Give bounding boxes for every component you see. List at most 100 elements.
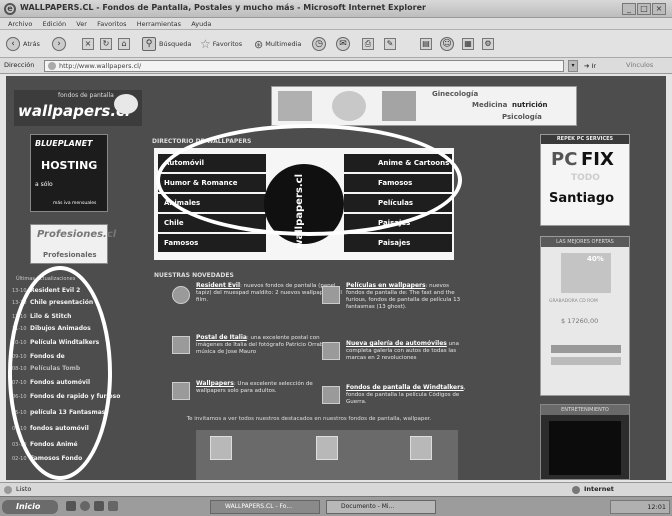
toolbar: ‹ Atrás › × ↻ ⌂ ⚲ Búsqueda ☆ Favoritos ⊛… bbox=[0, 30, 672, 58]
pcfix-ad[interactable]: REPEK PC SERVICES PC FIX TODO Santiago bbox=[540, 134, 630, 226]
mail-icon: ✉ bbox=[336, 37, 350, 51]
quicklaunch-outlook-icon[interactable] bbox=[94, 501, 104, 511]
minimize-button[interactable]: _ bbox=[622, 3, 636, 15]
menu-archivo[interactable]: Archivo bbox=[8, 18, 32, 30]
offers-ad[interactable]: LAS MEJORES OFERTAS 40% GRABADORA CD ROM… bbox=[540, 236, 630, 396]
category-famosos-left[interactable]: Famosos bbox=[158, 234, 266, 252]
stop-button[interactable]: × bbox=[82, 36, 94, 52]
refresh-button[interactable]: ↻ bbox=[100, 36, 112, 52]
offer-nav-bar[interactable] bbox=[551, 345, 621, 353]
news-item[interactable]: Fondos de pantalla de Windtalkers, fondo… bbox=[346, 384, 466, 406]
wallpaper-preview[interactable] bbox=[410, 436, 432, 460]
menu-edicion[interactable]: Edición bbox=[43, 18, 67, 30]
task-document-window[interactable]: Documento - Mi... bbox=[326, 500, 436, 514]
ad-banner[interactable]: Ginecología Medicina nutrición Psicologí… bbox=[271, 86, 577, 126]
news-title[interactable]: Fondos de pantalla de Windtalkers bbox=[346, 384, 464, 391]
print-button[interactable]: ⎙ bbox=[362, 36, 374, 52]
news-item[interactable]: Resident Evil: nuevos fondos de pantalla… bbox=[196, 282, 342, 304]
news-thumb bbox=[322, 286, 340, 304]
messenger-button[interactable]: ☺ bbox=[440, 36, 457, 52]
quicklaunch-ie-icon[interactable] bbox=[80, 501, 90, 511]
news-title[interactable]: Películas en wallpapers bbox=[346, 282, 426, 289]
news-title[interactable]: Nueva galería de automóviles bbox=[346, 340, 447, 347]
start-label: Inicio bbox=[16, 502, 41, 511]
forward-button[interactable]: › bbox=[52, 36, 69, 52]
edit-button[interactable]: ✎ bbox=[384, 36, 396, 52]
address-label: Dirección bbox=[4, 61, 35, 69]
offers-header: LAS MEJORES OFERTAS bbox=[541, 237, 629, 247]
status-bar: Listo Internet bbox=[0, 482, 672, 496]
wallpaper-preview-strip bbox=[196, 430, 458, 480]
site-logo[interactable]: fondos de pantalla wallpapers.cl bbox=[14, 90, 142, 126]
menu-bar: Archivo Edición Ver Favoritos Herramient… bbox=[0, 18, 672, 30]
favorites-button[interactable]: ☆ Favoritos bbox=[200, 36, 242, 52]
system-clock: 12:01 bbox=[610, 500, 670, 514]
highlight-ellipse bbox=[156, 124, 462, 236]
window-title: WALLPAPERS.CL - Fondos de Pantalla, Post… bbox=[20, 3, 426, 12]
research-icon: ▦ bbox=[462, 38, 474, 50]
home-button[interactable]: ⌂ bbox=[118, 36, 130, 52]
hosting-note: más iva mensuales bbox=[53, 201, 97, 206]
wallpaper-preview[interactable] bbox=[316, 436, 338, 460]
back-button[interactable]: ‹ Atrás bbox=[6, 36, 40, 52]
entertainment-ad[interactable]: ENTRETENIMIENTO bbox=[540, 404, 630, 480]
links-label[interactable]: Vínculos bbox=[626, 61, 653, 69]
menu-ver[interactable]: Ver bbox=[76, 18, 87, 30]
profesionales-label: Profesionales bbox=[43, 251, 97, 259]
offer-nav-bar[interactable] bbox=[551, 357, 621, 365]
profesionales-ad[interactable]: Profesiones.cl Profesionales bbox=[30, 224, 116, 264]
banner-image bbox=[278, 91, 312, 121]
forward-arrow-icon: › bbox=[52, 37, 66, 51]
maximize-button[interactable]: □ bbox=[637, 3, 651, 15]
history-icon: ◷ bbox=[312, 37, 326, 51]
stop-icon: × bbox=[82, 38, 94, 50]
news-item[interactable]: Wallpapers: Una excelente selección de w… bbox=[196, 380, 342, 395]
zone-text: Internet bbox=[584, 485, 614, 493]
quicklaunch-desktop-icon[interactable] bbox=[66, 501, 76, 511]
news-title[interactable]: Resident Evil bbox=[196, 282, 240, 289]
news-item[interactable]: Nueva galería de automóviles una complet… bbox=[346, 340, 466, 362]
ie-logo-icon: e bbox=[4, 3, 16, 15]
go-button[interactable]: ➔ Ir bbox=[584, 60, 596, 72]
back-arrow-icon: ‹ bbox=[6, 37, 20, 51]
hosting-brand: BLUEPLANET bbox=[35, 139, 93, 148]
url-dropdown-button[interactable]: ▾ bbox=[568, 60, 578, 72]
banner-image-2 bbox=[382, 91, 416, 121]
discuss-button[interactable]: ▤ bbox=[420, 36, 432, 52]
banner-dish-icon bbox=[332, 91, 366, 121]
tools-button[interactable]: ⚙ bbox=[482, 36, 494, 52]
banner-nutricion[interactable]: nutrición bbox=[512, 101, 548, 109]
banner-medicina[interactable]: Medicina bbox=[472, 101, 507, 109]
entertainment-image bbox=[549, 421, 621, 475]
close-button[interactable]: × bbox=[652, 3, 666, 15]
menu-herramientas[interactable]: Herramientas bbox=[137, 18, 181, 30]
url-input[interactable]: http://www.wallpapers.cl/ bbox=[44, 60, 564, 72]
hosting-ad[interactable]: BLUEPLANET HOSTING a sólo más iva mensua… bbox=[30, 134, 108, 212]
start-button[interactable]: Inicio bbox=[2, 500, 58, 514]
history-button[interactable]: ◷ bbox=[312, 36, 329, 52]
edit-icon: ✎ bbox=[384, 38, 396, 50]
offer-description: GRABADORA CD ROM bbox=[549, 299, 598, 304]
offer-price: $ 17260,00 bbox=[561, 317, 599, 325]
mail-button[interactable]: ✉ bbox=[336, 36, 353, 52]
category-paisajes-2[interactable]: Paisajes bbox=[344, 234, 452, 252]
promo-text: Te invitamos a ver todos nuestros destac… bbox=[186, 416, 432, 422]
banner-ginecologia[interactable]: Ginecología bbox=[432, 90, 478, 98]
task-ie-window[interactable]: WALLPAPERS.CL - Fo... bbox=[210, 500, 320, 514]
news-title[interactable]: Wallpapers bbox=[196, 380, 234, 387]
research-button[interactable]: ▦ bbox=[462, 36, 474, 52]
menu-favoritos[interactable]: Favoritos bbox=[97, 18, 126, 30]
multimedia-button[interactable]: ⊛ Multimedia bbox=[254, 36, 301, 52]
web-page: fondos de pantalla wallpapers.cl Ginecol… bbox=[6, 76, 666, 480]
pcfix-sub: TODO bbox=[571, 173, 600, 183]
quicklaunch-media-icon[interactable] bbox=[108, 501, 118, 511]
news-item[interactable]: Películas en wallpapers: nuevos fondos d… bbox=[346, 282, 466, 311]
search-button[interactable]: ⚲ Búsqueda bbox=[142, 36, 191, 52]
pcfix-header: REPEK PC SERVICES bbox=[541, 135, 629, 144]
news-title[interactable]: Postal de Italia bbox=[196, 334, 247, 341]
banner-psicologia[interactable]: Psicología bbox=[502, 113, 542, 121]
wallpaper-preview[interactable] bbox=[210, 436, 232, 460]
news-item[interactable]: Postal de Italia: una excelente postal c… bbox=[196, 334, 342, 356]
menu-ayuda[interactable]: Ayuda bbox=[191, 18, 211, 30]
taskbar: Inicio WALLPAPERS.CL - Fo... Documento -… bbox=[0, 496, 672, 516]
